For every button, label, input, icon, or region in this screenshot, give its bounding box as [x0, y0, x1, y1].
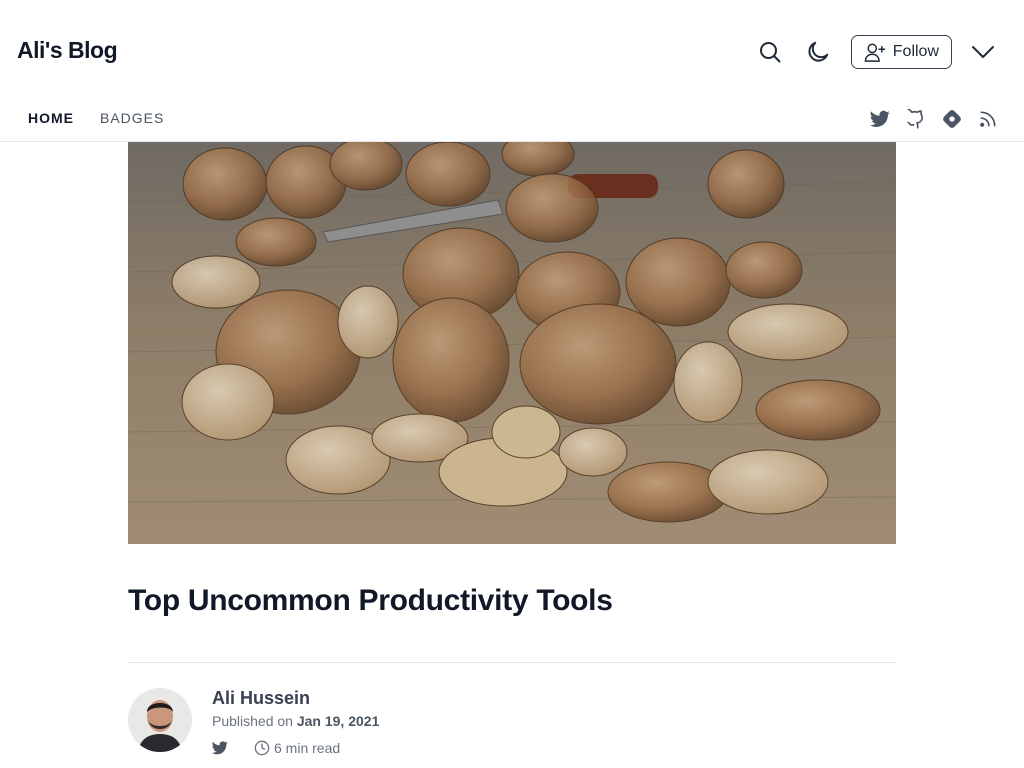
- author-name[interactable]: Ali Hussein: [212, 688, 310, 709]
- twitter-icon: [870, 110, 890, 127]
- theme-toggle-button[interactable]: [799, 33, 837, 71]
- twitter-link[interactable]: [868, 107, 892, 131]
- github-link[interactable]: [904, 107, 928, 131]
- walnuts-photo: [128, 142, 896, 544]
- post-title: Top Uncommon Productivity Tools: [128, 584, 613, 617]
- menu-dropdown-button[interactable]: [964, 33, 1002, 71]
- tab-home[interactable]: HOME: [28, 110, 74, 126]
- github-icon: [907, 109, 923, 129]
- author-avatar[interactable]: [128, 688, 192, 752]
- hashnode-link[interactable]: [940, 107, 964, 131]
- add-user-icon: [864, 43, 886, 62]
- twitter-icon: [212, 741, 228, 755]
- moon-icon: [808, 41, 828, 62]
- search-icon: [759, 42, 781, 63]
- clock-icon: [254, 740, 270, 756]
- search-button[interactable]: [751, 33, 789, 71]
- published-prefix: Published on: [212, 713, 293, 729]
- blog-title[interactable]: Ali's Blog: [17, 37, 118, 64]
- tab-badges[interactable]: BADGES: [100, 110, 164, 126]
- rss-link[interactable]: [976, 107, 1000, 131]
- social-links: [856, 107, 1000, 131]
- share-twitter-link[interactable]: [212, 741, 228, 755]
- follow-button[interactable]: Follow: [850, 35, 952, 69]
- follow-label: Follow: [892, 43, 939, 60]
- header-actions: Follow: [751, 33, 1002, 71]
- hashnode-icon: [943, 110, 961, 128]
- chevron-down-icon: [972, 46, 994, 58]
- post-meta-row: 6 min read: [212, 740, 340, 756]
- read-time: 6 min read: [274, 740, 341, 756]
- rss-icon: [980, 111, 996, 127]
- published-date: Jan 19, 2021: [296, 713, 380, 729]
- site-header: Ali's Blog Follow: [0, 0, 1024, 100]
- published-line: Published on Jan 19, 2021: [212, 713, 379, 729]
- avatar-photo: [128, 688, 192, 752]
- site-nav: HOME BADGES: [0, 100, 1024, 142]
- author-block: Ali Hussein Published on Jan 19, 2021 6 …: [128, 688, 896, 758]
- cover-image: [128, 142, 896, 544]
- nav-tabs: HOME BADGES: [28, 110, 190, 126]
- title-divider: [128, 662, 896, 663]
